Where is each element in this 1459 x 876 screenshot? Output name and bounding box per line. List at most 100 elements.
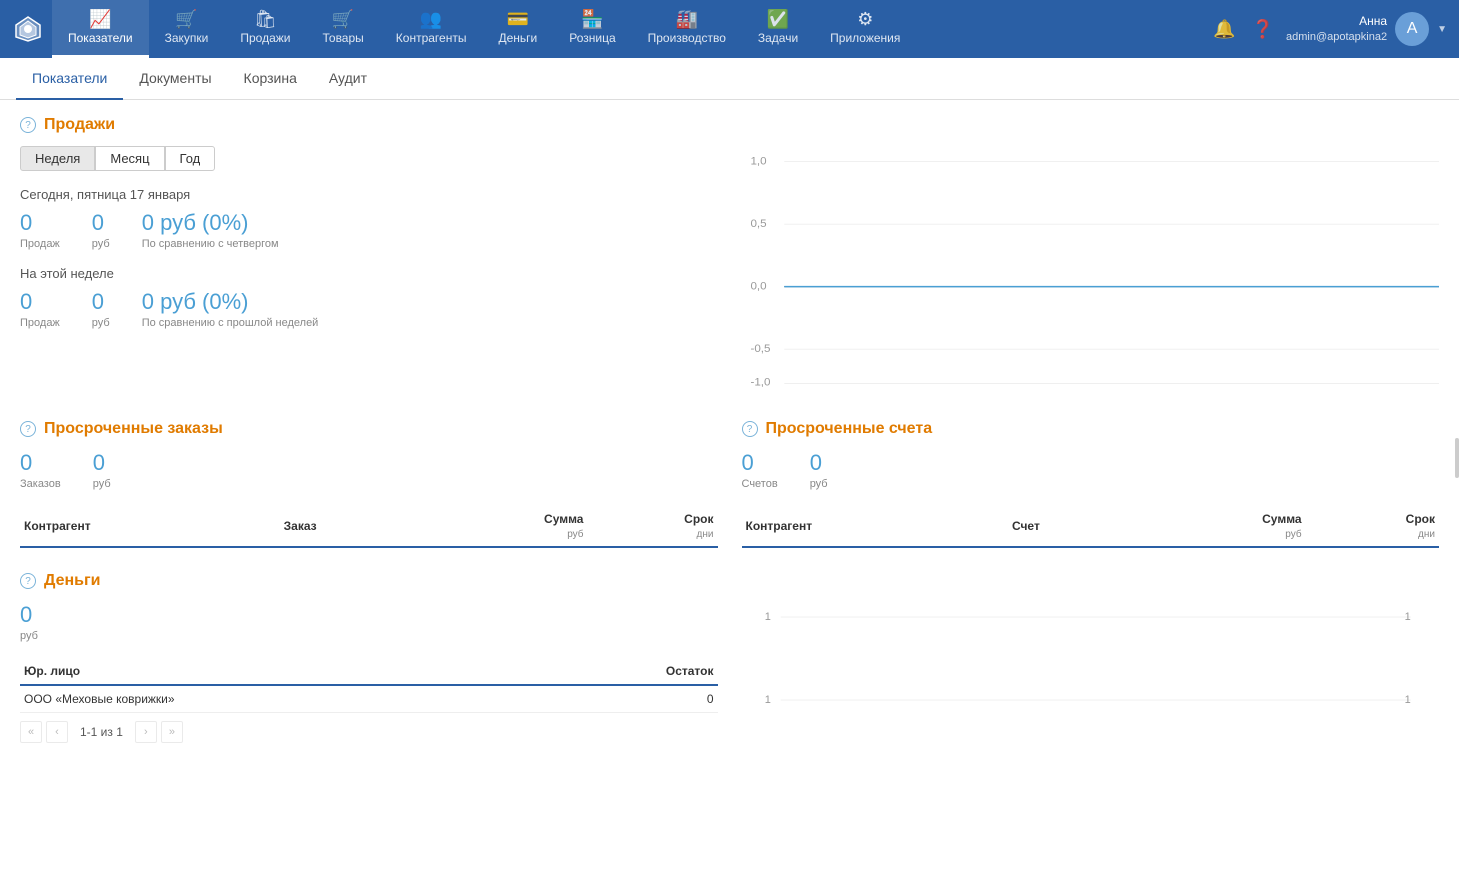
period-btn-month[interactable]: Месяц — [95, 146, 164, 171]
zakazy-count-value: 0 — [20, 450, 61, 476]
page-last-btn[interactable]: » — [161, 721, 183, 743]
nav-item-zakupki[interactable]: 🛒 Закупки — [149, 0, 225, 58]
page-prev-btn[interactable]: ‹ — [46, 721, 68, 743]
dengi-col-yurlitso: Юр. лицо — [20, 658, 536, 685]
zakazy-count: 0 Заказов — [20, 450, 61, 490]
week-sales-amount-label: руб — [92, 317, 110, 329]
nav-item-zadachi[interactable]: ✅ Задачи — [742, 0, 814, 58]
nav-item-proizvodstvo[interactable]: 🏭 Производство — [632, 0, 742, 58]
proizvodstvo-icon: 🏭 — [676, 10, 698, 28]
today-sales-count: 0 Продаж — [20, 210, 60, 250]
nav-label-pokazateli: Показатели — [68, 31, 133, 45]
scheta-help-icon[interactable]: ? — [742, 421, 758, 437]
period-btn-week[interactable]: Неделя — [20, 146, 95, 171]
today-sales-count-label: Продаж — [20, 238, 60, 250]
nav-item-pokazateli[interactable]: 📈 Показатели — [52, 0, 149, 58]
scheta-count-label: Счетов — [742, 478, 778, 490]
sub-nav-audit[interactable]: Аудит — [313, 58, 383, 100]
nav-item-prodazhi[interactable]: 🛍 Продажи — [224, 0, 306, 58]
main-content: ? Продажи Неделя Месяц Год Сегодня, пятн… — [0, 100, 1459, 808]
overdue-section: ? Просроченные заказы 0 Заказов 0 руб Ко… — [20, 420, 1439, 548]
week-sales-amount: 0 руб — [92, 289, 110, 329]
today-comparison-suffix: руб (0%) — [154, 210, 249, 235]
user-menu[interactable]: Анна admin@apotapkina2 А ▼ — [1286, 12, 1447, 46]
notification-icon[interactable]: 🔔 — [1209, 15, 1239, 44]
section-dengi: ? Деньги 0 руб Юр. лицо — [20, 572, 1439, 768]
nav-item-dengi[interactable]: 💳 Деньги — [482, 0, 553, 58]
week-sales-count: 0 Продаж — [20, 289, 60, 329]
nav-label-dengi: Деньги — [498, 31, 537, 45]
nav-item-roznitsa[interactable]: 🏪 Розница — [553, 0, 631, 58]
dengi-table-body: ООО «Меховые коврижки» 0 — [20, 685, 718, 713]
zakazy-col-kontragent: Контрагент — [20, 506, 280, 547]
dengi-charts: 1 1 1 1 — [742, 602, 1440, 768]
zakazy-stats: 0 Заказов 0 руб — [20, 450, 718, 490]
svg-text:1: 1 — [764, 611, 770, 623]
today-comparison: 0 руб (0%) По сравнению с четвергом — [142, 210, 279, 250]
sub-nav-label-pokazateli: Показатели — [32, 70, 107, 86]
nav-item-prilozhenia[interactable]: ⚙ Приложения — [814, 0, 916, 58]
today-sales-amount: 0 руб — [92, 210, 110, 250]
svg-text:вс: вс — [1407, 395, 1419, 396]
today-comparison-label: По сравнению с четвергом — [142, 238, 279, 250]
dengi-help-icon[interactable]: ? — [20, 573, 36, 589]
dengi-nav-icon: 💳 — [507, 10, 529, 28]
today-stats-row: 0 Продаж 0 руб 0 руб (0%) По сравнению с… — [20, 210, 718, 250]
scheta-count: 0 Счетов — [742, 450, 778, 490]
today-sales-amount-label: руб — [92, 238, 110, 250]
scheta-header: ? Просроченные счета — [742, 420, 1440, 438]
scheta-table: Контрагент Счет Сумма руб Срок дни — [742, 506, 1440, 548]
app-logo[interactable] — [8, 9, 48, 49]
nav-item-tovary[interactable]: 🛒 Товары — [307, 0, 380, 58]
dengi-total-value: 0 — [20, 602, 38, 628]
scheta-col-kontragent: Контрагент — [742, 506, 1008, 547]
user-email-text: admin@apotapkina2 — [1286, 30, 1387, 45]
sub-nav-korzina[interactable]: Корзина — [228, 58, 313, 100]
prodazhi-two-col: Неделя Месяц Год Сегодня, пятница 17 янв… — [20, 146, 1439, 396]
zakazy-count-label: Заказов — [20, 478, 61, 490]
dengi-total: 0 руб — [20, 602, 38, 642]
dengi-two-col: 0 руб Юр. лицо Остаток — [20, 602, 1439, 768]
scheta-amount-label: руб — [810, 478, 828, 490]
scheta-stats: 0 Счетов 0 руб — [742, 450, 1440, 490]
week-sales-amount-value: 0 — [92, 289, 110, 315]
zakazy-header: ? Просроченные заказы — [20, 420, 718, 438]
zakazy-help-icon[interactable]: ? — [20, 421, 36, 437]
sub-nav-dokumenty[interactable]: Документы — [123, 58, 227, 100]
nav-label-prodazhi: Продажи — [240, 31, 290, 45]
today-date-label: Сегодня, пятница 17 января — [20, 187, 718, 202]
sub-nav-label-audit: Аудит — [329, 70, 367, 86]
svg-text:чт: чт — [1127, 395, 1139, 396]
sub-nav-label-dokumenty: Документы — [139, 70, 211, 86]
week-comparison-suffix: руб (0%) — [154, 289, 249, 314]
week-date-label: На этой неделе — [20, 266, 718, 281]
dengi-row-name: ООО «Меховые коврижки» — [20, 685, 536, 713]
page-first-btn[interactable]: « — [20, 721, 42, 743]
week-stats-row: 0 Продаж 0 руб 0 руб (0%) По сравнению с… — [20, 289, 718, 329]
svg-text:вт: вт — [926, 395, 938, 396]
scrollbar-indicator[interactable] — [1455, 438, 1459, 478]
prosrochennye-scheta-section: ? Просроченные счета 0 Счетов 0 руб Конт… — [742, 420, 1440, 548]
zakazy-amount-value: 0 — [93, 450, 111, 476]
help-icon[interactable]: ❓ — [1248, 15, 1278, 44]
nav-item-kontragenty[interactable]: 👥 Контрагенты — [380, 0, 483, 58]
period-btn-year[interactable]: Год — [165, 146, 216, 171]
svg-text:пн: пн — [830, 395, 843, 396]
svg-text:1: 1 — [1404, 611, 1410, 623]
page-next-btn[interactable]: › — [135, 721, 157, 743]
nav-label-roznitsa: Розница — [569, 31, 615, 45]
prodazhi-icon: 🛍 — [254, 10, 277, 28]
section-prodazhi-header: ? Продажи — [20, 116, 1439, 134]
nav-label-proizvodstvo: Производство — [648, 31, 726, 45]
nav-label-kontragenty: Контрагенты — [396, 31, 467, 45]
today-sales-amount-value: 0 — [92, 210, 110, 236]
svg-text:1: 1 — [1404, 694, 1410, 706]
user-menu-chevron-icon: ▼ — [1437, 24, 1447, 35]
scheta-col-schet: Счет — [1008, 506, 1136, 547]
sub-nav-pokazateli[interactable]: Показатели — [16, 58, 123, 100]
prodazhi-help-icon[interactable]: ? — [20, 117, 36, 133]
dengi-col-ostatok: Остаток — [536, 658, 717, 685]
zakazy-amount-label: руб — [93, 478, 111, 490]
nav-label-zakupki: Закупки — [165, 31, 209, 45]
nav-right-area: 🔔 ❓ Анна admin@apotapkina2 А ▼ — [1197, 12, 1459, 46]
